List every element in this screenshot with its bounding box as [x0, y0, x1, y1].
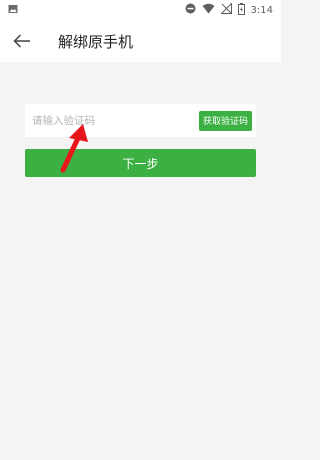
do-not-disturb-icon [185, 3, 196, 17]
main-content: 获取验证码 下一步 [0, 62, 281, 460]
get-code-button[interactable]: 获取验证码 [198, 110, 252, 131]
page-title: 解绑原手机 [58, 32, 134, 51]
status-bar: 3:14 [0, 0, 281, 20]
app-bar: 解绑原手机 [0, 20, 281, 62]
red-arrow-annotation [60, 124, 88, 173]
status-time: 3:14 [250, 4, 273, 16]
wifi-icon [202, 3, 215, 17]
battery-icon [237, 2, 245, 18]
back-button[interactable] [2, 20, 42, 62]
image-icon [8, 4, 18, 17]
arrow-left-icon [13, 34, 30, 48]
no-signal-icon [219, 2, 232, 17]
status-icons: 3:14 [185, 2, 273, 18]
